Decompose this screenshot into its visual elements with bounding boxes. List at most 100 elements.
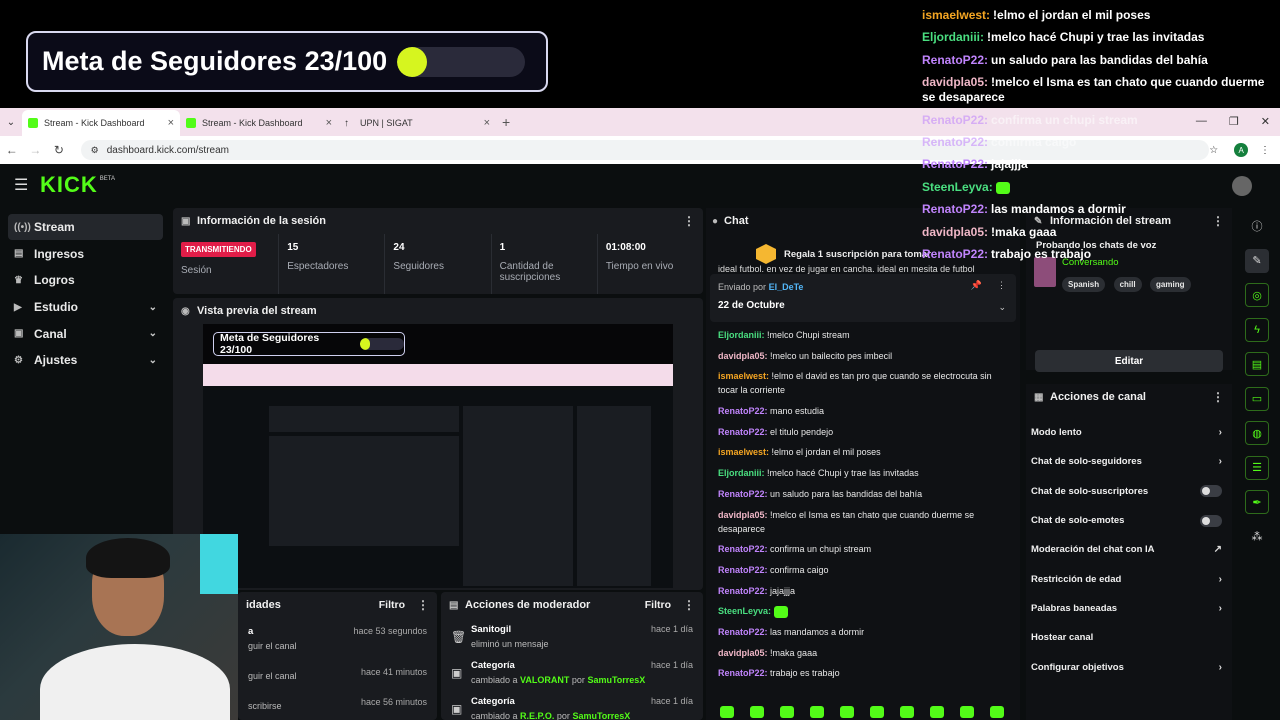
sliders-icon[interactable]: ☰ — [1245, 455, 1269, 480]
forward-icon[interactable]: → — [24, 143, 48, 157]
chat-message[interactable]: ismaelwest: !elmo el jordan el mil poses — [718, 445, 1008, 459]
target-icon[interactable]: ◎ — [1245, 283, 1269, 307]
chat-username[interactable]: davidpla05: — [718, 510, 768, 520]
mod-action-row[interactable]: ▣ Categoría cambiado a VALORANT por SamuTo… — [441, 654, 703, 690]
emote-icon[interactable] — [900, 706, 914, 718]
channel-action-row[interactable]: Chat de solo-emotes — [1026, 506, 1232, 535]
emote-icon[interactable] — [990, 706, 1004, 718]
mod-action-user[interactable]: SamuTorresX — [572, 711, 630, 720]
mod-action-row[interactable]: 🗑 Sanitogil eliminó un mensaje hace 1 día — [441, 618, 703, 654]
browser-tab[interactable]: Stream - Kick Dashboard × — [22, 110, 180, 136]
browser-tab[interactable]: Stream - Kick Dashboard × — [180, 110, 338, 136]
channel-actions-options-icon[interactable]: ⋮ — [1212, 390, 1224, 404]
chat-username[interactable]: SteenLeyva: — [718, 606, 771, 616]
emote-icon[interactable] — [810, 706, 824, 718]
pinned-message[interactable]: ideal futbol. en vez de jugar en cancha.… — [710, 264, 1016, 322]
more-icon[interactable]: ⁂ — [1245, 525, 1269, 549]
mod-action-highlight[interactable]: R.E.P.O. — [520, 711, 554, 720]
chat-username[interactable]: RenatoP22: — [718, 627, 768, 637]
channel-action-row[interactable]: Configurar objetivos › — [1026, 652, 1232, 681]
sidebar-item-ajustes[interactable]: ⚙ Ajustes ⌄ — [8, 347, 163, 373]
broadcast-icon[interactable]: ◍ — [1245, 421, 1269, 445]
mod-action-highlight[interactable]: VALORANT — [520, 675, 569, 685]
chat-message[interactable]: RenatoP22: trabajo es trabajo — [718, 666, 1008, 680]
chat-username[interactable]: RenatoP22: — [718, 668, 768, 678]
chat-username[interactable]: davidpla05: — [718, 351, 768, 361]
tab-search-icon[interactable]: ⌄ — [0, 117, 22, 128]
emote-icon[interactable] — [960, 706, 974, 718]
mod-filter-button[interactable]: Filtro — [645, 599, 671, 611]
chat-username[interactable]: ismaelwest: — [718, 371, 769, 381]
channel-action-row[interactable]: Modo lento › — [1026, 418, 1232, 447]
chat-username[interactable]: RenatoP22: — [718, 544, 768, 554]
mod-action-user[interactable]: SamuTorresX — [587, 675, 645, 685]
chat-username[interactable]: davidpla05: — [718, 648, 768, 658]
chat-username[interactable]: ismaelwest: — [718, 447, 769, 457]
chat-message[interactable]: RenatoP22: mano estudia — [718, 404, 1008, 418]
channel-action-row[interactable]: Hostear canal — [1026, 623, 1232, 652]
chat-message[interactable]: Eljordaniii: !melco hacé Chupi y trae la… — [718, 466, 1008, 480]
emote-icon[interactable] — [720, 706, 734, 718]
chat-username[interactable]: RenatoP22: — [718, 586, 768, 596]
activity-filter-button[interactable]: Filtro — [379, 599, 405, 611]
emote-icon[interactable] — [930, 706, 944, 718]
chat-message[interactable]: RenatoP22: confirma caigo — [718, 563, 1008, 577]
activity-item[interactable]: hace 56 minutos scribirse — [238, 689, 437, 719]
chat-message[interactable]: davidpla05: !melco un bailecito pes imbe… — [718, 349, 1008, 363]
close-tab-icon[interactable]: × — [484, 117, 490, 129]
emote-icon[interactable] — [870, 706, 884, 718]
sidebar-item-canal[interactable]: ▣ Canal ⌄ — [8, 321, 163, 347]
mod-action-row[interactable]: ▣ Categoría cambiado a R.E.P.O. por SamuTo… — [441, 690, 703, 720]
back-icon[interactable]: ← — [0, 143, 24, 157]
expand-pinned-icon[interactable]: ⌄ — [998, 302, 1006, 313]
activity-options-icon[interactable]: ⋮ — [417, 598, 429, 612]
chat-username[interactable]: RenatoP22: — [718, 427, 768, 437]
close-tab-icon[interactable]: × — [168, 117, 174, 129]
chat-message[interactable]: Eljordaniii: !melco Chupi stream — [718, 328, 1008, 342]
site-info-icon[interactable]: ⚙ — [91, 145, 99, 156]
close-tab-icon[interactable]: × — [326, 117, 332, 129]
reload-icon[interactable]: ↻ — [47, 143, 71, 157]
stream-preview-video[interactable]: Meta de Seguidores 23/100 — [203, 324, 673, 588]
chat-message[interactable]: RenatoP22: las mandamos a dormir — [718, 625, 1008, 639]
chat-username[interactable]: RenatoP22: — [718, 406, 768, 416]
sidebar-item-stream[interactable]: ((•)) Stream — [8, 214, 163, 240]
sidebar-item-estudio[interactable]: ▶ Estudio ⌄ — [8, 294, 163, 320]
document-icon[interactable]: ▤ — [1245, 352, 1269, 376]
channel-action-row[interactable]: Palabras baneadas › — [1026, 594, 1232, 623]
emote-icon[interactable] — [750, 706, 764, 718]
wrench-icon[interactable]: ✒ — [1245, 490, 1269, 514]
pinned-options-icon[interactable]: ⋮ — [997, 280, 1006, 291]
chat-message[interactable]: SteenLeyva: — [718, 604, 1008, 618]
sidebar-item-ingresos[interactable]: ▤ Ingresos — [8, 241, 163, 267]
sidebar-item-logros[interactable]: ♛ Logros — [8, 267, 163, 293]
chat-message[interactable]: RenatoP22: jajajjja — [718, 584, 1008, 598]
pin-icon[interactable]: 📌 — [971, 280, 982, 291]
emote-icon[interactable] — [840, 706, 854, 718]
chat-message[interactable]: RenatoP22: el titulo pendejo — [718, 425, 1008, 439]
edit-button[interactable]: Editar — [1035, 350, 1223, 372]
emote-icon[interactable] — [780, 706, 794, 718]
chat-username[interactable]: Eljordaniii: — [718, 330, 765, 340]
chat-message[interactable]: ismaelwest: !elmo el david es tan pro qu… — [718, 369, 1008, 397]
mod-options-icon[interactable]: ⋮ — [683, 598, 695, 612]
chat-message[interactable]: davidpla05: !maka gaaa — [718, 646, 1008, 660]
toggle-switch[interactable] — [1200, 514, 1222, 527]
channel-action-row[interactable]: Moderación del chat con IA ↗ — [1026, 535, 1232, 564]
pinned-by-user[interactable]: El_DeTe — [769, 282, 804, 292]
lightning-icon[interactable]: ϟ — [1245, 317, 1269, 342]
activity-item[interactable]: hace 41 minutos guir el canal — [238, 659, 437, 689]
chat-username[interactable]: RenatoP22: — [718, 489, 768, 499]
chat-icon[interactable]: ▭ — [1245, 386, 1269, 411]
session-options-icon[interactable]: ⋮ — [683, 214, 695, 228]
kick-logo[interactable]: KICK — [40, 172, 98, 198]
channel-action-row[interactable]: Chat de solo-suscriptores — [1026, 477, 1232, 506]
hamburger-menu-icon[interactable]: ☰ — [14, 175, 40, 195]
chat-username[interactable]: RenatoP22: — [718, 565, 768, 575]
channel-action-row[interactable]: Restricción de edad › — [1026, 564, 1232, 593]
chat-message[interactable]: davidpla05: !melco el Isma es tan chato … — [718, 508, 1008, 536]
chat-username[interactable]: Eljordaniii: — [718, 468, 765, 478]
new-tab-button[interactable]: + — [502, 114, 510, 130]
browser-tab[interactable]: ↑ UPN | SIGAT × — [338, 110, 496, 136]
chat-message[interactable]: RenatoP22: confirma un chupi stream — [718, 542, 1008, 556]
